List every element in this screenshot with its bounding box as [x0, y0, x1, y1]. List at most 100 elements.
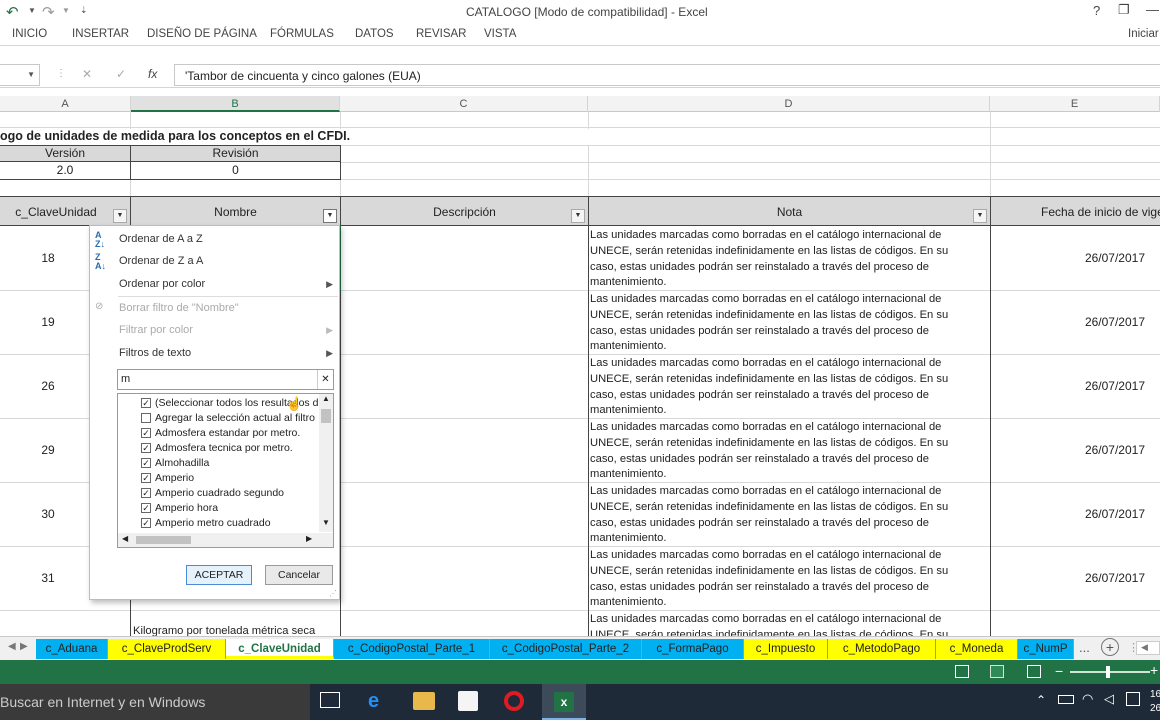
- list-item[interactable]: ✓ Admosfera estandar por metro.: [128, 426, 318, 441]
- customize-qat-icon[interactable]: ⇣: [80, 5, 88, 16]
- checkbox[interactable]: [141, 413, 151, 423]
- cancel-button[interactable]: Cancelar: [265, 565, 333, 585]
- filter-values-list[interactable]: ✓ (Seleccionar todos los resultados d Ag…: [117, 393, 334, 548]
- list-item[interactable]: ✓ Amperio metro cuadrado: [128, 516, 318, 531]
- tab-vista[interactable]: VISTA: [484, 28, 516, 40]
- resize-grip-icon[interactable]: ⋰: [329, 589, 337, 598]
- help-button[interactable]: ?: [1093, 3, 1100, 18]
- list-item[interactable]: ✓ Admosfera tecnica por metro.: [128, 441, 318, 456]
- tab-inicio[interactable]: INICIO: [12, 28, 47, 40]
- sort-za-item[interactable]: Ordenar de Z a A: [119, 255, 203, 267]
- filter-by-color-item[interactable]: Filtrar por color: [119, 324, 193, 336]
- sheet-tab[interactable]: c_Aduana: [36, 639, 108, 659]
- note-cell[interactable]: Las unidades marcadas como borradas en e…: [590, 355, 988, 419]
- sort-az-item[interactable]: Ordenar de A a Z: [119, 233, 203, 245]
- column-header-e[interactable]: E: [990, 96, 1160, 112]
- checkbox[interactable]: ✓: [141, 398, 151, 408]
- filter-dropdown-button[interactable]: ▼: [113, 209, 127, 223]
- edge-icon[interactable]: e: [368, 690, 379, 713]
- ribbon-display-button[interactable]: ❐: [1118, 2, 1130, 18]
- battery-icon[interactable]: [1058, 695, 1074, 704]
- volume-icon[interactable]: ◁: [1104, 691, 1114, 707]
- filter-search-input[interactable]: m ✕: [117, 369, 334, 390]
- more-sheets-button[interactable]: ...: [1079, 640, 1090, 655]
- checkbox[interactable]: ✓: [141, 518, 151, 528]
- list-item[interactable]: ✓ Amperio: [128, 471, 318, 486]
- checkbox[interactable]: ✓: [141, 503, 151, 513]
- tab-revisar[interactable]: REVISAR: [416, 28, 467, 40]
- sort-by-color-item[interactable]: Ordenar por color: [119, 278, 205, 290]
- tab-insertar[interactable]: INSERTAR: [72, 28, 129, 40]
- scroll-up-icon[interactable]: ▲: [322, 394, 330, 403]
- clave-cell[interactable]: 18: [0, 251, 96, 265]
- checkbox[interactable]: ✓: [141, 473, 151, 483]
- note-cell[interactable]: Las unidades marcadas como borradas en e…: [590, 227, 988, 291]
- note-cell[interactable]: Las unidades marcadas como borradas en e…: [590, 547, 988, 611]
- tab-scroll-left-icon[interactable]: ◀: [8, 641, 16, 652]
- page-break-icon[interactable]: [1027, 665, 1041, 678]
- sheet-tab[interactable]: c_FormaPago: [642, 639, 744, 659]
- sheet-tab-active[interactable]: c_ClaveUnidad: [226, 639, 334, 659]
- undo-icon[interactable]: ↶: [6, 3, 19, 21]
- chevron-down-icon[interactable]: ▼: [28, 6, 36, 15]
- enter-formula-button[interactable]: ✓: [116, 67, 126, 81]
- text-filters-item[interactable]: Filtros de texto: [119, 347, 191, 359]
- insert-function-button[interactable]: fx: [148, 67, 157, 81]
- chevron-down-icon[interactable]: ▼: [27, 70, 35, 79]
- checkbox[interactable]: ✓: [141, 458, 151, 468]
- sheet-tab[interactable]: c_CodigoPostal_Parte_1: [334, 639, 490, 659]
- clave-cell[interactable]: 30: [0, 507, 96, 521]
- clear-search-button[interactable]: ✕: [317, 370, 333, 389]
- column-header-a[interactable]: A: [0, 96, 131, 112]
- wifi-icon[interactable]: ◠: [1082, 691, 1093, 707]
- store-icon[interactable]: [458, 691, 478, 711]
- checkbox[interactable]: ✓: [141, 443, 151, 453]
- note-cell[interactable]: Las unidades marcadas como borradas en e…: [590, 291, 988, 355]
- date-cell[interactable]: 26/07/2017: [990, 571, 1145, 585]
- scrollbar-thumb[interactable]: [136, 536, 191, 544]
- add-sheet-button[interactable]: +: [1101, 638, 1119, 656]
- date-cell[interactable]: 26/07/2017: [990, 315, 1145, 329]
- date-cell[interactable]: 26/07/2017: [990, 507, 1145, 521]
- file-explorer-icon[interactable]: [413, 692, 435, 710]
- checkbox[interactable]: ✓: [141, 428, 151, 438]
- clave-cell[interactable]: 19: [0, 315, 96, 329]
- nombre-cell[interactable]: Kilogramo por tonelada métrica seca: [133, 625, 338, 636]
- note-cell[interactable]: Las unidades marcadas como borradas en e…: [590, 419, 988, 483]
- column-header-c[interactable]: C: [340, 96, 588, 112]
- clave-cell[interactable]: 31: [0, 571, 96, 585]
- sheet-tab[interactable]: c_Moneda: [936, 639, 1018, 659]
- scroll-right-icon[interactable]: ▶: [306, 534, 312, 543]
- taskbar-excel-button[interactable]: x: [542, 684, 586, 720]
- clock[interactable]: 16 26: [1150, 688, 1160, 716]
- clave-cell[interactable]: 26: [0, 379, 96, 393]
- vertical-scrollbar[interactable]: ▲ ▼: [319, 394, 333, 532]
- column-header-d[interactable]: D: [588, 96, 990, 112]
- list-item[interactable]: Agregar la selección actual al filtro: [128, 411, 318, 426]
- sheet-tab[interactable]: c_NumP: [1018, 639, 1074, 659]
- checkbox[interactable]: ✓: [141, 488, 151, 498]
- accept-button[interactable]: ACEPTAR: [186, 565, 252, 585]
- clave-cell[interactable]: 29: [0, 443, 96, 457]
- tab-formulas[interactable]: FÓRMULAS: [270, 28, 334, 40]
- normal-view-icon[interactable]: [955, 665, 969, 678]
- date-cell[interactable]: 26/07/2017: [990, 379, 1145, 393]
- sheet-tab[interactable]: c_MetodoPago: [828, 639, 936, 659]
- horizontal-scrollbar[interactable]: ◀ ▶: [118, 533, 333, 547]
- chevron-up-icon[interactable]: ⌃: [1036, 693, 1046, 707]
- scrollbar-thumb[interactable]: [321, 409, 331, 423]
- redo-icon[interactable]: ↷: [42, 3, 55, 21]
- scroll-down-icon[interactable]: ▼: [322, 518, 330, 527]
- date-cell[interactable]: 26/07/2017: [990, 251, 1145, 265]
- list-item[interactable]: ✓ Amperio cuadrado segundo: [128, 486, 318, 501]
- sheet-tab[interactable]: c_Impuesto: [744, 639, 828, 659]
- drag-handle-icon[interactable]: ⋮: [56, 68, 66, 79]
- signin-link[interactable]: Iniciar: [1128, 28, 1159, 40]
- sheet-tab[interactable]: c_ClaveProdServ: [108, 639, 226, 659]
- opera-icon[interactable]: [504, 691, 524, 711]
- date-cell[interactable]: 26/07/2017: [990, 443, 1145, 457]
- tab-datos[interactable]: DATOS: [355, 28, 394, 40]
- filter-dropdown-button[interactable]: ▼: [571, 209, 585, 223]
- scroll-left-icon[interactable]: ◀: [122, 534, 128, 543]
- zoom-slider[interactable]: [1070, 666, 1150, 678]
